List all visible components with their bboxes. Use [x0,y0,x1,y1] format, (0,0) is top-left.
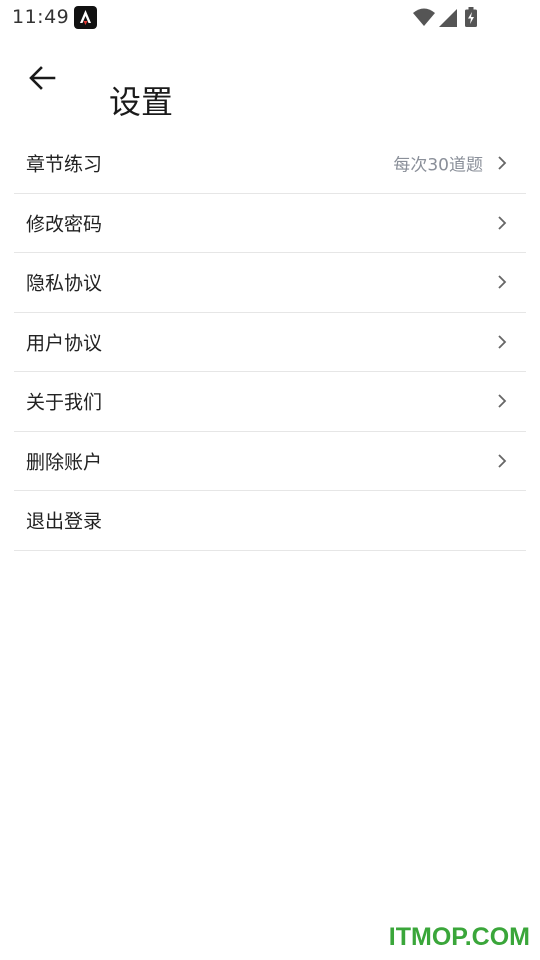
a-launcher-icon [74,6,97,29]
cellular-signal-icon [438,6,458,32]
settings-item-label: 用户协议 [26,332,103,355]
settings-item-label: 修改密码 [26,213,103,236]
settings-item-delete-account[interactable]: 删除账户 [14,432,526,491]
arrow-left-icon [28,64,56,96]
chevron-right-icon [496,274,508,290]
settings-item-about-us[interactable]: 关于我们 [14,372,526,432]
settings-item-label: 删除账户 [26,451,103,474]
status-time: 11:49 [12,6,70,28]
page-title: 设置 [109,83,174,122]
settings-item-user-agreement[interactable]: 用户协议 [14,313,526,372]
back-button[interactable] [20,58,64,102]
chevron-right-icon [496,453,508,469]
settings-item-privacy-policy[interactable]: 隐私协议 [14,253,526,313]
chevron-right-icon [496,334,508,350]
chevron-right-icon [496,215,508,231]
chevron-right-icon [496,393,508,409]
chevron-right-icon [496,155,508,171]
settings-item-label: 关于我们 [26,391,103,414]
status-bar: 11:49 [0,0,540,34]
settings-item-value: 每次30道题 [393,155,483,176]
settings-item-label: 隐私协议 [26,272,103,295]
watermark-logo: ITMOP.COM [388,923,530,951]
app-header: 设置 [0,40,540,121]
settings-item-label: 退出登录 [26,510,103,533]
settings-item-label: 章节练习 [26,153,103,176]
settings-list: 章节练习 每次30道题 修改密码 隐私协议 用户协议 关于我们 删除账户 退出登… [14,134,526,551]
settings-item-logout[interactable]: 退出登录 [14,491,526,551]
battery-charging-icon [464,6,478,32]
wifi-icon [412,6,436,32]
settings-item-change-password[interactable]: 修改密码 [14,194,526,253]
settings-item-chapter-practice[interactable]: 章节练习 每次30道题 [14,134,526,194]
